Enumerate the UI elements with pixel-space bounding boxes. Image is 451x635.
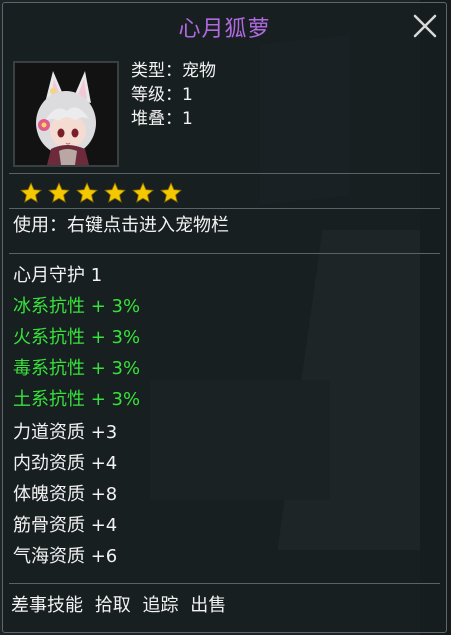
aptitude-line: 筋骨资质 +4 (13, 515, 118, 536)
item-stack: 堆叠：1 (131, 109, 193, 129)
action-track[interactable]: 追踪 (142, 595, 178, 616)
resistance-line: 冰系抗性 + 3% (13, 296, 141, 317)
star-icon (103, 181, 127, 205)
divider (9, 253, 440, 254)
divider (9, 173, 440, 174)
footer-row: 差事技能 拾取 追踪 出售 (11, 595, 226, 617)
close-button[interactable] (410, 11, 440, 41)
close-icon (413, 14, 437, 38)
item-type: 类型：宠物 (131, 61, 216, 81)
action-sell[interactable]: 出售 (190, 595, 226, 616)
item-title: 心月狐萝 (178, 17, 271, 42)
divider (9, 583, 440, 584)
item-level: 等级：1 (131, 85, 193, 105)
resistance-line: 土系抗性 + 3% (13, 389, 141, 410)
skill-line: 心月守护 1 (13, 265, 103, 286)
aptitude-line: 内劲资质 +4 (13, 453, 118, 474)
resistance-line: 火系抗性 + 3% (13, 327, 141, 348)
errand-skill-label: 差事技能 (11, 595, 83, 616)
pet-portrait-image (15, 63, 117, 165)
pet-portrait (13, 61, 119, 167)
game-scene-background: 心月狐萝 类型：宠物 等级：1 堆叠：1 使用：右键点击进入宠物栏 心月守护 1… (0, 0, 451, 635)
star-rating (19, 181, 183, 205)
resistance-line: 毒系抗性 + 3% (13, 358, 141, 379)
divider (9, 208, 440, 209)
aptitude-line: 气海资质 +6 (13, 546, 118, 567)
item-tooltip-panel: 心月狐萝 类型：宠物 等级：1 堆叠：1 使用：右键点击进入宠物栏 心月守护 1… (2, 2, 447, 633)
star-icon (131, 181, 155, 205)
aptitude-line: 力道资质 +3 (13, 422, 118, 443)
star-icon (19, 181, 43, 205)
star-icon (75, 181, 99, 205)
usage-hint: 使用：右键点击进入宠物栏 (13, 215, 229, 236)
star-icon (159, 181, 183, 205)
star-icon (47, 181, 71, 205)
action-pickup[interactable]: 拾取 (95, 595, 131, 616)
aptitude-line: 体魄资质 +8 (13, 484, 118, 505)
